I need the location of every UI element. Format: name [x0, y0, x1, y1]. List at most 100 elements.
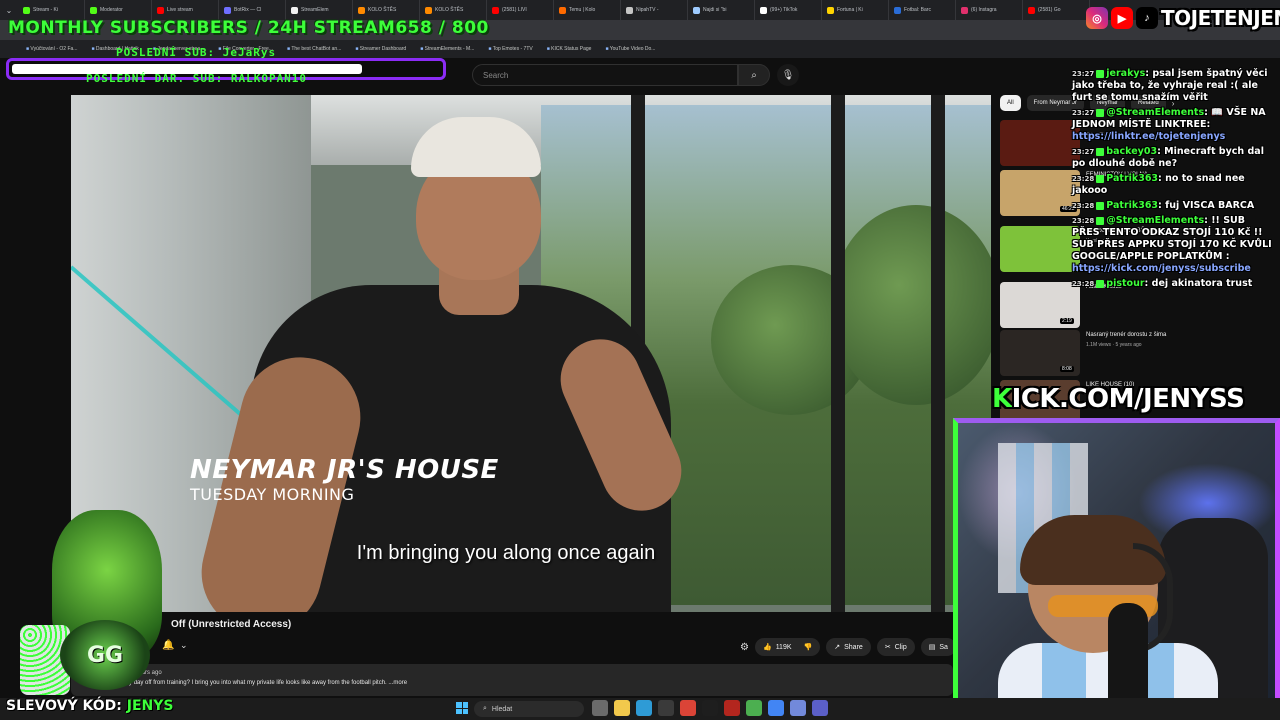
share-button[interactable]: ↗ Share — [826, 638, 871, 656]
tab-label: BotRix — Cl — [234, 7, 262, 13]
browser-tab[interactable]: (99+) TikTok — [755, 0, 822, 20]
social-handle: TOJETENJENYS — [1161, 6, 1280, 30]
chevron-down-icon[interactable]: ⌄ — [180, 640, 188, 651]
like-button[interactable]: 👍 119K 👎 — [754, 638, 821, 656]
thumbs-down-icon[interactable]: 👎 — [804, 643, 813, 651]
related-video-title[interactable]: Nasraný trenér dorostu z šima — [1086, 332, 1166, 338]
tab-favicon-icon — [626, 6, 633, 14]
app-icon[interactable] — [812, 700, 828, 716]
tab-favicon-icon — [559, 6, 566, 14]
voice-search-button[interactable]: 🎙 — [777, 64, 799, 86]
last-sub-text: POSLEDNÍ SUB: JeJaRys — [116, 46, 277, 59]
edge-icon[interactable] — [636, 700, 652, 716]
browser-tab[interactable]: StreamElem — [286, 0, 353, 20]
save-button[interactable]: ▤ Sa — [920, 638, 956, 656]
app-icon[interactable] — [746, 700, 762, 716]
search-input[interactable]: Search — [472, 64, 738, 86]
chat-message: 23:28 Patrik363: fuj VISCA BARCA — [1072, 200, 1272, 212]
tab-list-chevron-icon[interactable]: ⌄ — [0, 0, 18, 20]
chat-badge-icon — [1096, 201, 1105, 210]
tab-favicon-icon — [492, 6, 499, 14]
chat-timestamp: 23:27 — [1072, 70, 1095, 78]
browser-tab[interactable]: KOLO ŠTĚS — [420, 0, 487, 20]
browser-tab[interactable]: Fotbal: Barc — [889, 0, 956, 20]
browser-tab[interactable]: Moderator — [85, 0, 152, 20]
task-view-icon[interactable] — [592, 700, 608, 716]
video-thumbnail[interactable] — [1000, 120, 1080, 166]
tab-label: Live stream — [167, 7, 193, 13]
tab-favicon-icon — [224, 6, 231, 14]
browser-tab[interactable]: Fortuna | Ki — [822, 0, 889, 20]
browser-tab[interactable]: (6) Instagra — [956, 0, 1023, 20]
app-icon[interactable] — [768, 700, 784, 716]
video-player[interactable] — [71, 95, 991, 612]
chat-text: : fuj VISCA BARCA — [1158, 200, 1255, 211]
video-scene-frame — [931, 95, 945, 612]
bookmark-link[interactable]: StreamElements - M... — [420, 46, 475, 52]
share-icon: ↗ — [834, 644, 841, 651]
chrome-icon[interactable] — [680, 700, 696, 716]
related-video[interactable]: 8:08 Nasraný trenér dorostu z šima 1.1M vi… — [1000, 330, 1280, 376]
social-badge: ◎ ▶ ♪ TOJETENJENYS — [1086, 4, 1280, 32]
chat-badge-icon — [1096, 108, 1105, 117]
tab-favicon-icon — [827, 6, 834, 14]
discord-icon[interactable] — [790, 700, 806, 716]
chat-overlay: 23:27 jerakys: psal jsem špatný věci jako… — [1072, 68, 1272, 293]
chat-timestamp: 23:28 — [1072, 202, 1095, 210]
browser-tab[interactable]: KOLO ŠTĚS — [353, 0, 420, 20]
bookmark-link[interactable]: YouTube Video Do... — [605, 46, 656, 52]
sponsor-logo: GG — [60, 620, 150, 690]
app-icon[interactable] — [724, 700, 740, 716]
thumbs-up-icon: 👍 — [762, 644, 772, 651]
bookmark-link[interactable]: Vyúčtování - O2 Fa... — [26, 46, 77, 52]
chat-username: backey03 — [1106, 146, 1158, 157]
webcam-feed — [953, 418, 1280, 720]
related-video-meta: 1.1M views · 5 years ago — [1086, 342, 1142, 348]
video-duration: 8:08 — [1060, 366, 1074, 372]
last-donation-text: POSLEDNÍ DAR. SUB: RALKOPAN10 — [86, 72, 308, 85]
chat-badge-icon — [1096, 279, 1105, 288]
taskbar-apps — [592, 700, 828, 716]
browser-tab[interactable]: Live stream — [152, 0, 219, 20]
settings-icon[interactable]: ⚙ — [740, 642, 749, 653]
tab-label: Fotbal: Barc — [904, 7, 931, 13]
bookmark-link[interactable]: Streamer Dashboard — [355, 46, 406, 52]
store-icon[interactable] — [658, 700, 674, 716]
video-title-overlay: NEYMAR JR'S HOUSE — [190, 455, 499, 485]
chat-username: pistour — [1106, 278, 1145, 289]
browser-tab[interactable]: (2581) LIVI — [487, 0, 554, 20]
clip-button[interactable]: ✂ Clip — [876, 638, 915, 656]
clip-label: Clip — [894, 643, 907, 651]
chat-badge-icon — [1096, 69, 1105, 78]
browser-tab[interactable]: Temu | Kolo — [554, 0, 621, 20]
video-scene-frame — [831, 95, 845, 612]
windows-start-icon[interactable] — [456, 702, 468, 714]
tab-favicon-icon — [157, 6, 164, 14]
chat-timestamp: 23:27 — [1072, 109, 1095, 117]
browser-tab[interactable]: BotRix — Cl — [219, 0, 286, 20]
bookmark-link[interactable]: The best ChatBot an... — [287, 46, 341, 52]
video-subtitle-overlay: TUESDAY MORNING — [190, 485, 355, 504]
chat-message: 23:28 pistour: dej akinatora trust — [1072, 278, 1272, 290]
chat-badge-icon — [1096, 174, 1105, 183]
browser-tab[interactable]: (2581) Go — [1023, 0, 1090, 20]
bookmark-link[interactable]: KICK Status Page — [547, 46, 591, 52]
chat-timestamp: 23:27 — [1072, 148, 1095, 156]
bookmark-link[interactable]: Top Emotes - 7TV — [488, 46, 533, 52]
browser-tab[interactable]: Stream - Ki — [18, 0, 85, 20]
chat-username: Patrik363 — [1106, 200, 1159, 211]
chat-badge-icon — [1096, 216, 1105, 225]
tab-label: NipahTV - — [636, 7, 659, 13]
monthly-subscribers-banner: MONTHLY SUBSCRIBERS / 24H STREAM658 / 80… — [8, 18, 489, 38]
filter-chip[interactable]: All — [1000, 95, 1021, 111]
taskbar-search[interactable]: ⌕ Hledat — [474, 701, 584, 717]
save-label: Sa — [939, 643, 948, 651]
browser-tab[interactable]: Najdi si "bi — [688, 0, 755, 20]
file-explorer-icon[interactable] — [614, 700, 630, 716]
chat-message: 23:28 @StreamElements: !! SUB PŘES TENTO … — [1072, 215, 1272, 275]
video-thumbnail[interactable] — [1000, 226, 1080, 272]
browser-tab[interactable]: NipahTV - — [621, 0, 688, 20]
search-button[interactable]: ⌕ — [738, 64, 770, 86]
chat-message: 23:27 jerakys: psal jsem špatný věci jako… — [1072, 68, 1272, 104]
terminal-icon[interactable] — [702, 700, 718, 716]
